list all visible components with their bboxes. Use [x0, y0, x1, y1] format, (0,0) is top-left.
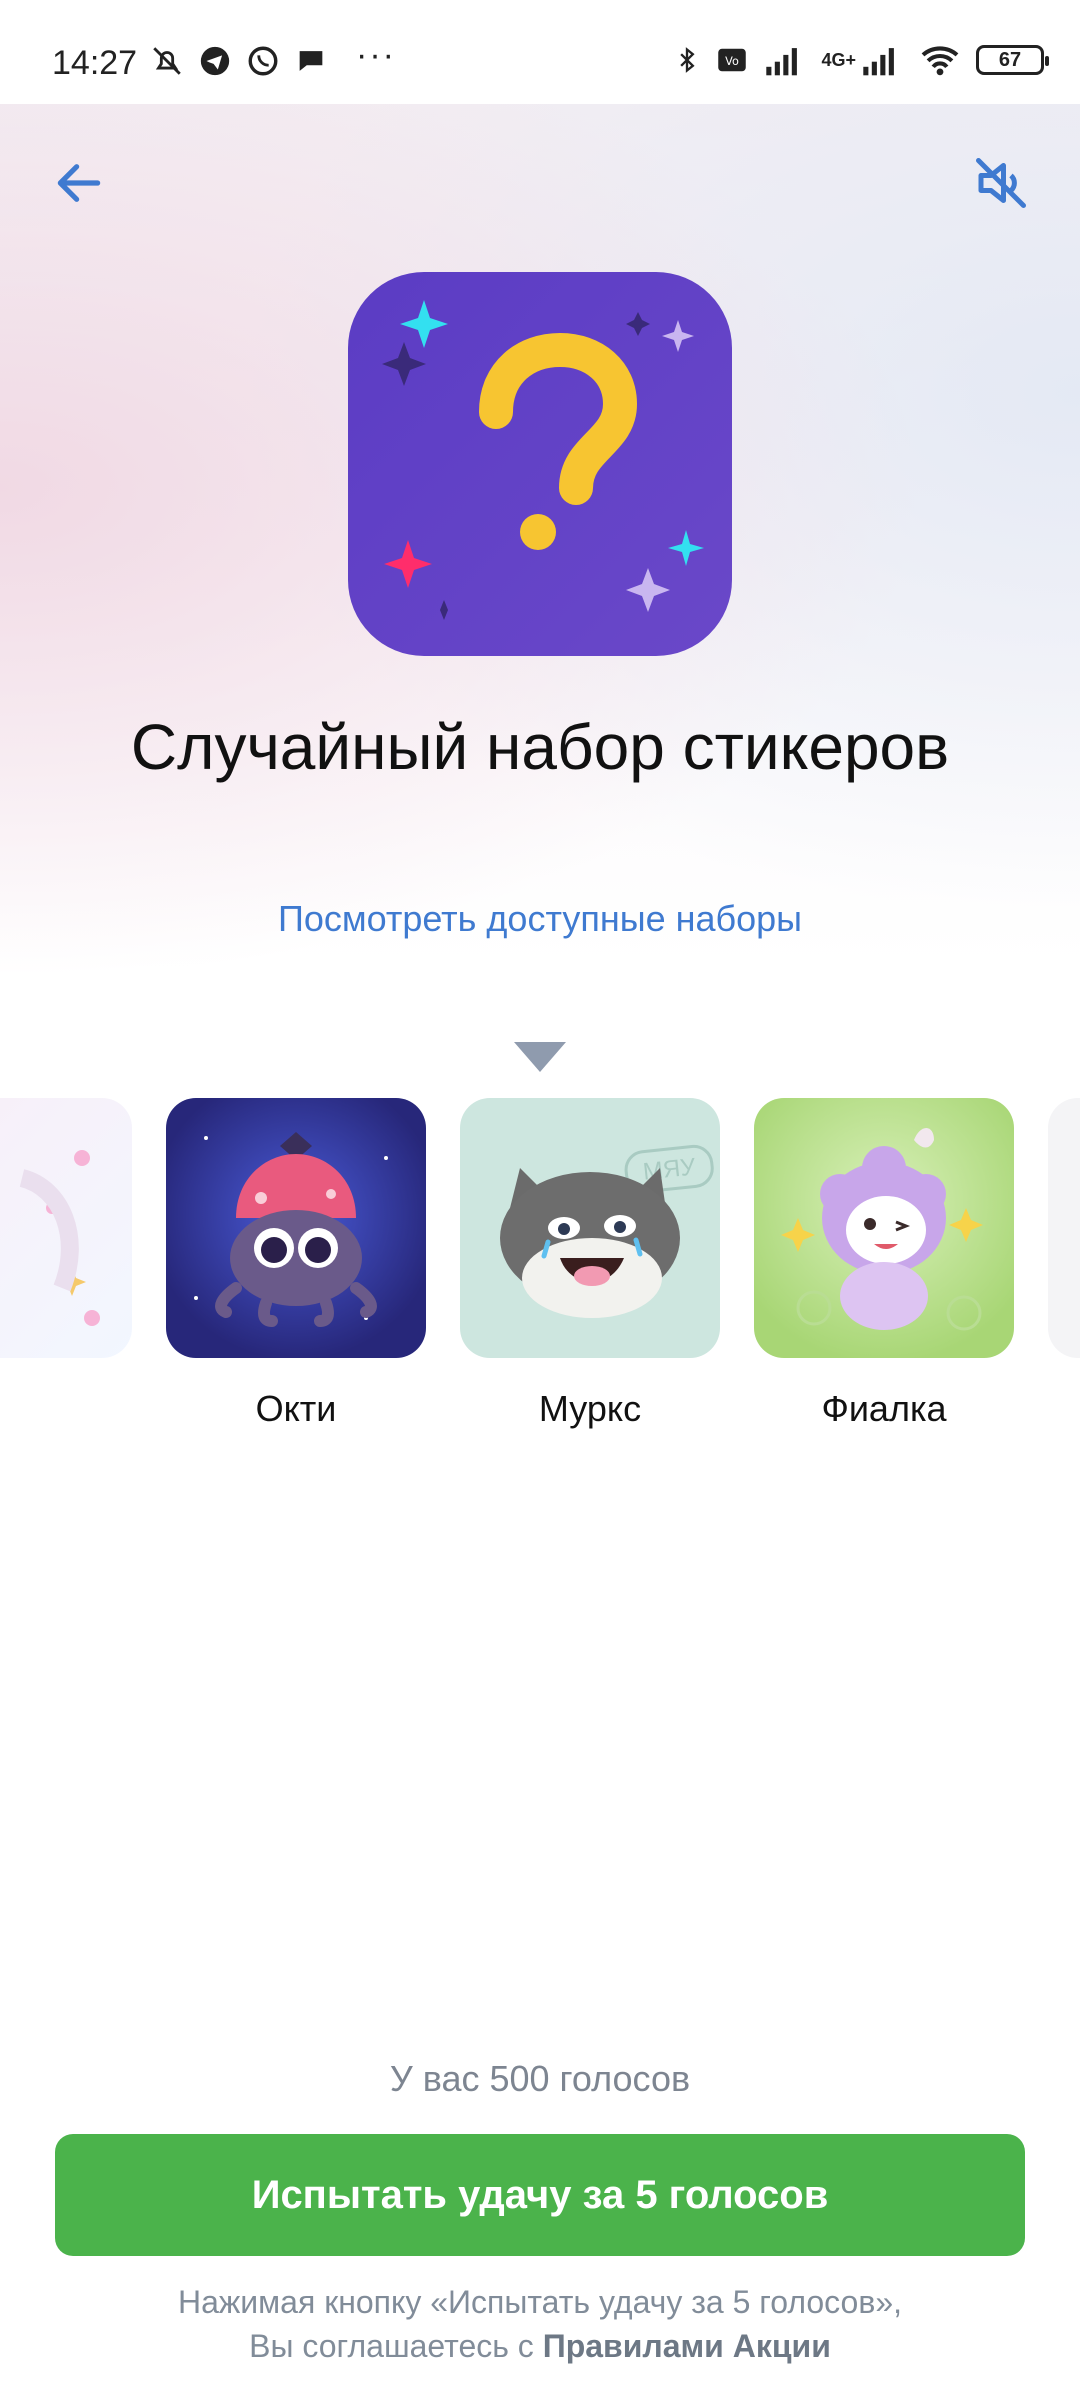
back-button[interactable]: [44, 148, 114, 218]
chevron-down-icon: [514, 1042, 566, 1072]
question-mark-icon: [382, 300, 704, 620]
sticker-preview-image: [19, 1150, 100, 1326]
signal-icon: [766, 48, 798, 76]
status-time: 14:27: [52, 44, 138, 82]
whatsapp-icon: [248, 46, 278, 76]
battery-level: 67: [998, 48, 1022, 71]
sticker-pack-card-fialka[interactable]: [754, 1098, 1014, 1358]
view-available-packs-link[interactable]: Посмотреть доступные наборы: [0, 898, 1080, 940]
status-bar: 14:27 ··· Vo 4G+ 67: [0, 0, 1080, 104]
telegram-icon: [200, 46, 230, 76]
sticker-carousel[interactable]: зу Окти МЯУ Муркс: [0, 1098, 1080, 1438]
random-sticker-pack-image: [348, 272, 732, 656]
network-type: 4G+: [821, 49, 856, 70]
sticker-preview-image: [781, 1128, 983, 1331]
terms-line-1: Нажимая кнопку «Испытать удачу за 5 голо…: [177, 2284, 903, 2320]
svg-text:Vo: Vo: [726, 55, 740, 68]
notification-icons: [150, 44, 328, 78]
sticker-pack-card-murks[interactable]: МЯУ: [460, 1098, 720, 1358]
sticker-pack-card-okti[interactable]: [166, 1098, 426, 1358]
bell-off-icon: [153, 47, 181, 75]
terms-text: Нажимая кнопку «Испытать удачу за 5 голо…: [60, 2280, 1020, 2368]
votes-balance: У вас 500 голосов: [389, 2058, 691, 2099]
sticker-pack-card-next[interactable]: [1048, 1098, 1080, 1358]
arrow-left-icon: [57, 164, 101, 202]
try-luck-button[interactable]: Испытать удачу за 5 голосов: [55, 2134, 1025, 2256]
terms-prefix: Вы соглашаетесь с: [249, 2328, 543, 2364]
sticker-preview-image: МЯУ: [500, 1144, 714, 1318]
bluetooth-icon: [680, 47, 696, 73]
sound-off-icon: [976, 158, 1026, 208]
battery-indicator: 67: [976, 45, 1049, 75]
sticker-preview-image: [194, 1132, 388, 1327]
wifi-icon: [921, 46, 959, 76]
sticker-pack-label-okti: Окти: [255, 1388, 337, 1429]
more-notifications-icon: ···: [356, 36, 396, 74]
signal-2-icon: [863, 48, 894, 76]
chat-bubble-icon: [299, 51, 323, 71]
system-icons: Vo 4G+ 67: [673, 42, 1049, 78]
sticker-pack-card[interactable]: [0, 1098, 132, 1358]
sticker-pack-label: зу: [0, 1388, 132, 1430]
page-title: Случайный набор стикеров: [130, 711, 950, 783]
volte-icon: Vo: [718, 48, 747, 72]
sticker-pack-label-fialka: Фиалка: [821, 1388, 947, 1429]
terms-line-2: Вы соглашаетесь с Правилами Акции: [60, 2324, 1020, 2368]
sticker-pack-label-murks: Муркс: [538, 1388, 642, 1429]
rules-link[interactable]: Правилами Акции: [543, 2328, 831, 2364]
mute-sound-button[interactable]: [966, 148, 1036, 218]
